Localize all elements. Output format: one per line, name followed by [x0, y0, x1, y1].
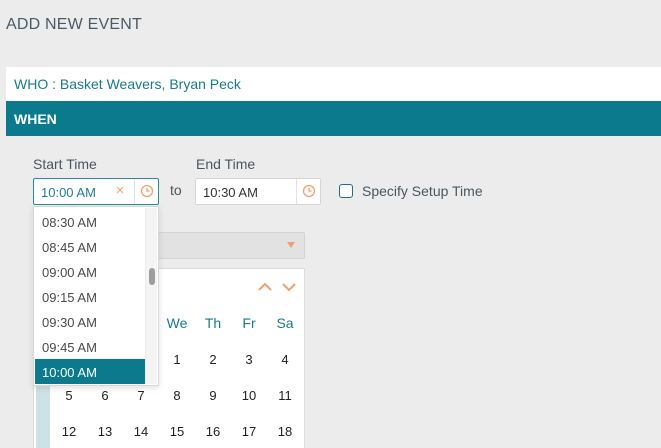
- calendar-day[interactable]: 5: [51, 388, 87, 403]
- who-summary[interactable]: WHO : Basket Weavers, Bryan Peck: [6, 67, 661, 101]
- caret-down-icon: [287, 242, 295, 248]
- time-option[interactable]: 09:15 AM: [35, 284, 145, 309]
- end-time-input[interactable]: 10:30 AM: [195, 178, 321, 205]
- calendar-day[interactable]: 15: [159, 424, 195, 439]
- clock-icon: [302, 184, 316, 198]
- time-option[interactable]: 09:00 AM: [35, 259, 145, 284]
- calendar-day[interactable]: 13: [87, 424, 123, 439]
- calendar-day[interactable]: 17: [231, 424, 267, 439]
- weekday-header: Th: [204, 315, 222, 331]
- chevron-down-icon[interactable]: [281, 281, 297, 293]
- dropdown-select[interactable]: [140, 232, 305, 259]
- specify-setup-time-label[interactable]: Specify Setup Time: [362, 183, 483, 199]
- start-time-value: 10:00 AM: [41, 185, 96, 200]
- page-title: ADD NEW EVENT: [6, 16, 142, 33]
- chevron-up-icon[interactable]: [257, 281, 273, 293]
- dropdown-scrollbar[interactable]: [145, 208, 157, 384]
- calendar-day[interactable]: 10: [231, 388, 267, 403]
- when-section-header: WHEN: [6, 101, 661, 136]
- end-time-value: 10:30 AM: [203, 185, 258, 200]
- start-time-input[interactable]: 10:00 AM ×: [33, 178, 159, 205]
- clock-icon: [140, 184, 154, 198]
- calendar-day[interactable]: 12: [51, 424, 87, 439]
- calendar-day[interactable]: 3: [231, 352, 267, 367]
- calendar-day[interactable]: 14: [123, 424, 159, 439]
- weekday-header: Fr: [242, 315, 256, 331]
- calendar-day[interactable]: 6: [87, 388, 123, 403]
- time-option[interactable]: 08:45 AM: [35, 234, 145, 259]
- specify-setup-time-checkbox[interactable]: [339, 184, 353, 198]
- start-time-label: Start Time: [33, 156, 97, 172]
- weekday-header: We: [166, 315, 188, 331]
- calendar-day[interactable]: 16: [195, 424, 231, 439]
- calendar-day[interactable]: 4: [267, 352, 303, 367]
- time-dropdown-list[interactable]: 08:30 AM 08:45 AM 09:00 AM 09:15 AM 09:3…: [33, 206, 159, 386]
- calendar-day[interactable]: 9: [195, 388, 231, 403]
- time-option[interactable]: 09:45 AM: [35, 334, 145, 359]
- scrollbar-thumb[interactable]: [149, 268, 155, 285]
- time-option[interactable]: 08:30 AM: [35, 209, 145, 234]
- to-label: to: [170, 182, 182, 198]
- calendar-day[interactable]: 7: [123, 388, 159, 403]
- calendar-day[interactable]: 2: [195, 352, 231, 367]
- calendar-day[interactable]: 1: [159, 352, 195, 367]
- weekday-header: Sa: [276, 315, 294, 331]
- time-option[interactable]: 09:30 AM: [35, 309, 145, 334]
- calendar-day[interactable]: 11: [267, 388, 303, 403]
- end-time-label: End Time: [196, 156, 256, 172]
- end-clock-button[interactable]: [296, 179, 320, 204]
- start-clock-button[interactable]: [134, 179, 158, 204]
- clear-icon[interactable]: ×: [113, 182, 127, 200]
- calendar-day[interactable]: 18: [267, 424, 303, 439]
- calendar-day[interactable]: 8: [159, 388, 195, 403]
- time-option-selected[interactable]: 10:00 AM: [35, 359, 145, 384]
